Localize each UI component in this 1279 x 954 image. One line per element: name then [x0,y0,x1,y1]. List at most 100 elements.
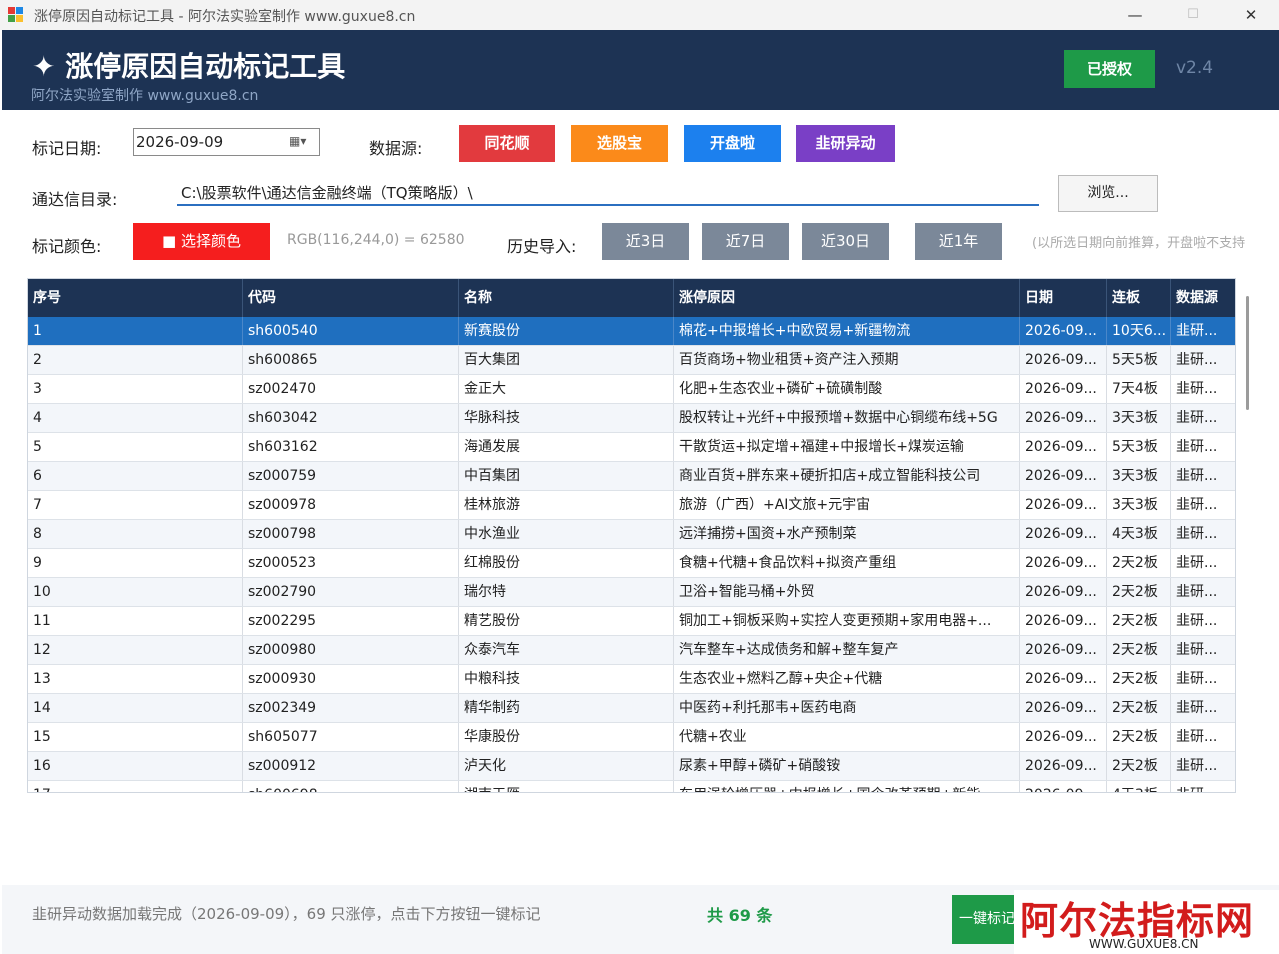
minimize-button[interactable]: — [1106,0,1164,30]
table-row[interactable]: 3 sz002470 金正大 化肥+生态农业+磷矿+硫磺制酸 2026-09... 7天4… [28,375,1235,404]
cell-col-code: sz002790 [243,578,459,606]
authorized-button[interactable]: 已授权 [1064,50,1155,88]
maximize-button[interactable]: ☐ [1164,0,1222,30]
cell-col-index: 8 [28,520,243,548]
cell-col-source: 韭研... [1171,346,1235,374]
date-picker[interactable]: 2026-09-09 ▦▾ [133,128,320,156]
version-label: v2.4 [1176,58,1214,78]
close-button[interactable]: ✕ [1222,0,1279,30]
table-row[interactable]: 10 sz002790 瑞尔特 卫浴+智能马桶+外贸 2026-09... 2天2板 韭研.… [28,578,1235,607]
table-row[interactable]: 1 sh600540 新赛股份 棉花+中报增长+中欧贸易+新疆物流 2026-09...… [28,317,1235,346]
cell-col-source: 韭研... [1171,665,1235,693]
header-col-code[interactable]: 代码 [243,279,459,317]
cell-col-reason: 食糖+代糖+食品饮料+拟资产重组 [674,549,1020,577]
browse-button[interactable]: 浏览... [1058,175,1158,212]
table-row[interactable]: 8 sz000798 中水渔业 远洋捕捞+国资+水产预制菜 2026-09... 4天3板… [28,520,1235,549]
cell-col-code: sz000912 [243,752,459,780]
history-1y-button[interactable]: 近1年 [915,223,1002,260]
cell-col-source: 韭研... [1171,781,1235,792]
history-30d-button[interactable]: 近30日 [802,223,889,260]
cell-col-name: 华康股份 [459,723,674,751]
source-kaipanla-button[interactable]: 开盘啦 [684,125,781,162]
cell-col-date: 2026-09... [1020,491,1107,519]
source-label: 数据源: [369,139,423,158]
cell-col-streak: 4天3板 [1107,520,1171,548]
cell-col-source: 韭研... [1171,752,1235,780]
history-import-label: 历史导入: [507,237,577,256]
source-xuangubao-button[interactable]: 选股宝 [571,125,668,162]
cell-col-reason: 尿素+甲醇+磷矿+硝酸铵 [674,752,1020,780]
cell-col-date: 2026-09... [1020,346,1107,374]
cell-col-reason: 股权转让+光纤+中报预增+数据中心铜缆布线+5G [674,404,1020,432]
cell-col-index: 16 [28,752,243,780]
cell-col-reason: 商业百货+胖东来+硬折扣店+成立智能科技公司 [674,462,1020,490]
cell-col-streak: 2天2板 [1107,665,1171,693]
select-color-button[interactable]: ■ 选择颜色 [133,223,270,260]
table-row[interactable]: 15 sh605077 华康股份 代糖+农业 2026-09... 2天2板 韭研... [28,723,1235,752]
table-row[interactable]: 6 sz000759 中百集团 商业百货+胖东来+硬折扣店+成立智能科技公司 2026-… [28,462,1235,491]
table-scrollbar[interactable] [1246,296,1249,410]
app-icon [8,7,24,23]
cell-col-reason: 生态农业+燃料乙醇+央企+代糖 [674,665,1020,693]
cell-col-index: 14 [28,694,243,722]
tdx-dir-input[interactable]: C:\股票软件\通达信金融终端（TQ策略版）\ [177,178,1039,206]
cell-col-source: 韭研... [1171,723,1235,751]
watermark-url: WWW.GUXUE8.CN [1089,937,1199,951]
table-row[interactable]: 13 sz000930 中粮科技 生态农业+燃料乙醇+央企+代糖 2026-09... 2… [28,665,1235,694]
one-click-mark-button[interactable]: 一键标记 [952,895,1022,944]
cell-col-code: sh600865 [243,346,459,374]
cell-col-streak: 3天3板 [1107,404,1171,432]
cell-col-reason: 旅游（广西）+AI文旅+元宇宙 [674,491,1020,519]
cell-col-reason: 代糖+农业 [674,723,1020,751]
table-row[interactable]: 2 sh600865 百大集团 百货商场+物业租赁+资产注入预期 2026-09... 5… [28,346,1235,375]
cell-col-name: 海通发展 [459,433,674,461]
cell-col-index: 10 [28,578,243,606]
limit-up-table[interactable]: 序号 代码 名称 涨停原因 日期 连板 数据源 1 sh600540 新赛股份 棉花+中报增长+中欧… [27,278,1236,793]
header-col-streak[interactable]: 连板 [1107,279,1171,317]
header-col-date[interactable]: 日期 [1020,279,1107,317]
cell-col-date: 2026-09... [1020,578,1107,606]
header-col-source[interactable]: 数据源 [1171,279,1235,317]
table-row[interactable]: 17sh600698湖南天雁车用涡轮增压器+中报增长+国企改革预期+新能...2… [28,781,1235,792]
table-header: 序号 代码 名称 涨停原因 日期 连板 数据源 [28,279,1235,317]
cell-col-source: 韭研... [1171,636,1235,664]
cell-col-index: 4 [28,404,243,432]
cell-col-streak: 2天2板 [1107,636,1171,664]
table-row[interactable]: 14 sz002349 精华制药 中医药+利托那韦+医药电商 2026-09... 2天2… [28,694,1235,723]
cell-col-code: sz000523 [243,549,459,577]
table-row[interactable]: 16 sz000912 泸天化 尿素+甲醇+磷矿+硝酸铵 2026-09... 2天2板韭… [28,752,1235,781]
cell-col-name: 红棉股份 [459,549,674,577]
history-3d-button[interactable]: 近3日 [602,223,689,260]
calendar-dropdown-icon[interactable]: ▦▾ [289,134,315,150]
table-row[interactable]: 4 sh603042 华脉科技 股权转让+光纤+中报预增+数据中心铜缆布线+5G 202… [28,404,1235,433]
cell-col-index: 1 [28,317,243,345]
window-titlebar[interactable]: 涨停原因自动标记工具 - 阿尔法实验室制作 www.guxue8.cn — ☐ … [0,0,1279,30]
cell-col-source: 韭研... [1171,404,1235,432]
table-row[interactable]: 7 sz000978 桂林旅游 旅游（广西）+AI文旅+元宇宙 2026-09... 3天… [28,491,1235,520]
cell-col-date: 2026-09... [1020,665,1107,693]
header-col-reason[interactable]: 涨停原因 [674,279,1020,317]
header-col-name[interactable]: 名称 [459,279,674,317]
history-7d-button[interactable]: 近7日 [702,223,789,260]
cell-col-name: 泸天化 [459,752,674,780]
table-row[interactable]: 12 sz000980 众泰汽车 汽车整车+达成债务和解+整车复产 2026-09...… [28,636,1235,665]
cell-col-source: 韭研... [1171,491,1235,519]
cell-col-name: 湖南天雁 [459,781,674,792]
cell-col-name: 中百集团 [459,462,674,490]
cell-col-name: 中粮科技 [459,665,674,693]
mark-color-label: 标记颜色: [32,237,102,256]
table-row[interactable]: 11 sz002295 精艺股份 铜加工+铜板采购+实控人变更预期+家用电器+... 2… [28,607,1235,636]
cell-col-date: 2026-09... [1020,375,1107,403]
table-row[interactable]: 9 sz000523 红棉股份 食糖+代糖+食品饮料+拟资产重组 2026-09... 2… [28,549,1235,578]
cell-col-name: 金正大 [459,375,674,403]
cell-col-reason: 百货商场+物业租赁+资产注入预期 [674,346,1020,374]
cell-col-streak: 5天3板 [1107,433,1171,461]
cell-col-reason: 远洋捕捞+国资+水产预制菜 [674,520,1020,548]
cell-col-code: sh605077 [243,723,459,751]
source-jiuyan-button[interactable]: 韭研异动 [796,125,895,162]
source-tonghuashun-button[interactable]: 同花顺 [459,125,555,162]
table-row[interactable]: 5 sh603162 海通发展 干散货运+拟定增+福建+中报增长+煤炭运输 2026-0… [28,433,1235,462]
header-col-index[interactable]: 序号 [28,279,243,317]
cell-col-streak: 3天3板 [1107,462,1171,490]
cell-col-code: sh600698 [243,781,459,792]
